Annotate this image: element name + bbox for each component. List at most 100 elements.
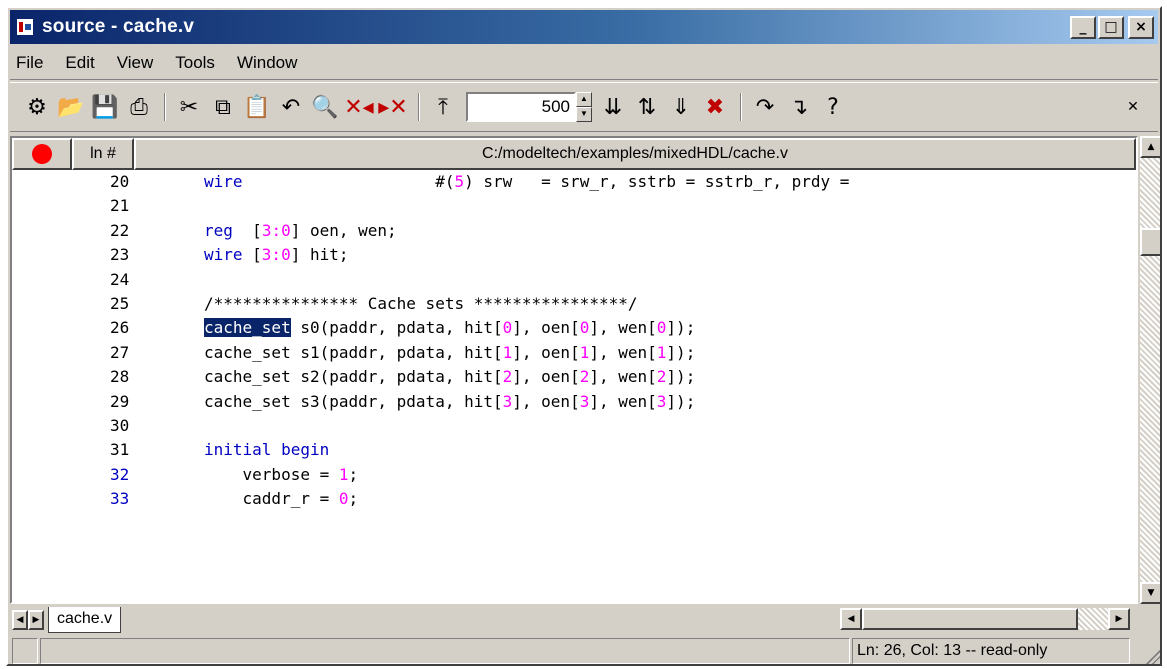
scroll-left-icon[interactable]: ◀ — [840, 608, 862, 630]
paste-icon[interactable]: 📋 — [242, 92, 272, 122]
line-text: cache_set s2(paddr, pdata, hit[2], oen[2… — [204, 367, 696, 387]
line-text: initial begin — [204, 440, 330, 460]
run-length-input[interactable]: 500 — [466, 92, 576, 122]
line-number[interactable]: 24 — [110, 270, 150, 289]
find-icon[interactable]: 🔍 — [310, 92, 340, 122]
line-number[interactable]: 29 — [110, 392, 150, 411]
step-icon[interactable]: ↷ — [750, 92, 780, 122]
menu-window[interactable]: Window — [237, 53, 297, 73]
code-line[interactable]: 21 — [12, 196, 1136, 220]
line-text: caddr_r = 0; — [204, 489, 359, 509]
tab-cache-v[interactable]: cache.v — [48, 607, 122, 633]
code-line[interactable]: 25 /*************** Cache sets **********… — [12, 294, 1136, 318]
scroll-up-icon[interactable]: ▲ — [1140, 136, 1160, 158]
menu-view[interactable]: View — [117, 53, 154, 73]
scroll-right-icon[interactable]: ▶ — [1108, 608, 1130, 630]
line-number[interactable]: 33 — [110, 489, 150, 508]
resize-grip-icon[interactable] — [1146, 650, 1160, 664]
file-path-header: C:/modeltech/examples/mixedHDL/cache.v — [134, 138, 1136, 170]
code-line[interactable]: 24 — [12, 270, 1136, 294]
clear-bookmark-right-icon[interactable]: ▸✕ — [378, 92, 408, 122]
line-text: verbose = 1; — [204, 464, 359, 484]
toolbar-separator — [418, 93, 420, 121]
horizontal-scroll-thumb[interactable] — [862, 608, 1078, 630]
line-number[interactable]: 32 — [110, 465, 150, 484]
clear-bookmark-left-icon[interactable]: ✕◂ — [344, 92, 374, 122]
source-editor[interactable]: ln # C:/modeltech/examples/mixedHDL/cach… — [10, 136, 1138, 604]
minimize-button[interactable]: _ — [1070, 15, 1096, 39]
tab-next-icon[interactable]: ▶ — [28, 610, 44, 630]
menu-file[interactable]: File — [16, 53, 43, 73]
line-number[interactable]: 27 — [110, 343, 150, 362]
breakpoint-icon — [32, 144, 52, 164]
line-number[interactable]: 20 — [110, 172, 150, 191]
tab-bar: ◀ ▶ cache.v ◀ ▶ — [10, 606, 1160, 634]
line-number[interactable]: 21 — [110, 196, 150, 215]
run-all-icon[interactable]: ⇓ — [666, 92, 696, 122]
copy-icon[interactable]: ⧉ — [208, 92, 238, 122]
toolbar-separator — [740, 93, 742, 121]
line-number[interactable]: 26 — [110, 318, 150, 337]
menu-edit[interactable]: Edit — [65, 53, 94, 73]
code-area[interactable]: 20 wire #(5) srw = srw_r, sstrb = sstrb_r… — [12, 172, 1136, 602]
line-number[interactable]: 31 — [110, 440, 150, 459]
step-over-icon[interactable]: ↴ — [784, 92, 814, 122]
status-pane-message — [40, 638, 850, 664]
run-to-top-icon[interactable]: ⤒ — [428, 92, 458, 122]
scroll-down-icon[interactable]: ▼ — [1140, 582, 1160, 604]
code-line[interactable]: 20 wire #(5) srw = srw_r, sstrb = sstrb_r… — [12, 172, 1136, 196]
code-line[interactable]: 28 cache_set s2(paddr, pdata, hit[2], oen… — [12, 367, 1136, 391]
run-length-spinner[interactable]: ▲ ▼ — [576, 92, 592, 122]
line-text: cache_set s3(paddr, pdata, hit[3], oen[3… — [204, 391, 696, 411]
code-line[interactable]: 33 caddr_r = 0; — [12, 489, 1136, 513]
code-line[interactable]: 32 verbose = 1; — [12, 465, 1136, 489]
line-text: cache_set s0(paddr, pdata, hit[0], oen[0… — [204, 318, 696, 338]
status-bar: Ln: 26, Col: 13 -- read-only — [10, 636, 1160, 664]
editor-header: ln # C:/modeltech/examples/mixedHDL/cach… — [12, 138, 1136, 170]
menu-tools[interactable]: Tools — [175, 53, 215, 73]
app-icon[interactable] — [16, 18, 34, 36]
cursor-position: Ln: 26, Col: 13 -- read-only — [852, 638, 1130, 664]
code-line[interactable]: 22 reg [3:0] oen, wen; — [12, 221, 1136, 245]
continue-icon[interactable]: ⇅ — [632, 92, 662, 122]
status-pane-left — [12, 638, 38, 664]
breakpoint-column-header[interactable] — [12, 138, 72, 170]
line-number[interactable]: 23 — [110, 245, 150, 264]
toolbar-close-icon[interactable]: ✕ — [1118, 92, 1148, 122]
vertical-scrollbar[interactable]: ▲ ▼ — [1140, 136, 1160, 604]
print-icon[interactable]: ⎙ — [124, 92, 154, 122]
line-number[interactable]: 22 — [110, 221, 150, 240]
toolbar-separator — [164, 93, 166, 121]
line-number[interactable]: 30 — [110, 416, 150, 435]
code-line[interactable]: 23 wire [3:0] hit; — [12, 245, 1136, 269]
code-line[interactable]: 31 initial begin — [12, 440, 1136, 464]
save-icon[interactable]: 💾 — [90, 92, 120, 122]
run-icon[interactable]: ⇊ — [598, 92, 628, 122]
menu-bar: File Edit View Tools Window — [10, 46, 1158, 80]
undo-icon[interactable]: ↶ — [276, 92, 306, 122]
line-text: wire #(5) srw = srw_r, sstrb = sstrb_r, … — [204, 172, 850, 191]
line-text: reg [3:0] oen, wen; — [204, 220, 397, 240]
horizontal-scrollbar[interactable]: ◀ ▶ — [840, 608, 1130, 630]
help-icon[interactable]: ? — [818, 92, 848, 122]
code-line[interactable]: 30 — [12, 416, 1136, 440]
line-text: /*************** Cache sets ************… — [204, 293, 638, 313]
title-bar[interactable]: source - cache.v _ □ × — [10, 10, 1158, 44]
line-number-header[interactable]: ln # — [72, 138, 134, 170]
maximize-button[interactable]: □ — [1098, 15, 1124, 39]
cut-icon[interactable]: ✂ — [174, 92, 204, 122]
tab-prev-icon[interactable]: ◀ — [12, 610, 28, 630]
break-icon[interactable]: ✖ — [700, 92, 730, 122]
close-button[interactable]: × — [1128, 15, 1154, 39]
code-line[interactable]: 29 cache_set s3(paddr, pdata, hit[3], oen… — [12, 392, 1136, 416]
compile-icon[interactable]: ⚙ — [22, 92, 52, 122]
code-line[interactable]: 27 cache_set s1(paddr, pdata, hit[1], oen… — [12, 343, 1136, 367]
window-title: source - cache.v — [42, 16, 195, 37]
open-folder-icon[interactable]: 📂 — [56, 92, 86, 122]
vertical-scroll-thumb[interactable] — [1140, 228, 1160, 256]
code-line[interactable]: 26 cache_set s0(paddr, pdata, hit[0], oen… — [12, 318, 1136, 342]
line-text: wire [3:0] hit; — [204, 245, 349, 265]
line-text: cache_set s1(paddr, pdata, hit[1], oen[1… — [204, 342, 696, 362]
line-number[interactable]: 25 — [110, 294, 150, 313]
line-number[interactable]: 28 — [110, 367, 150, 386]
